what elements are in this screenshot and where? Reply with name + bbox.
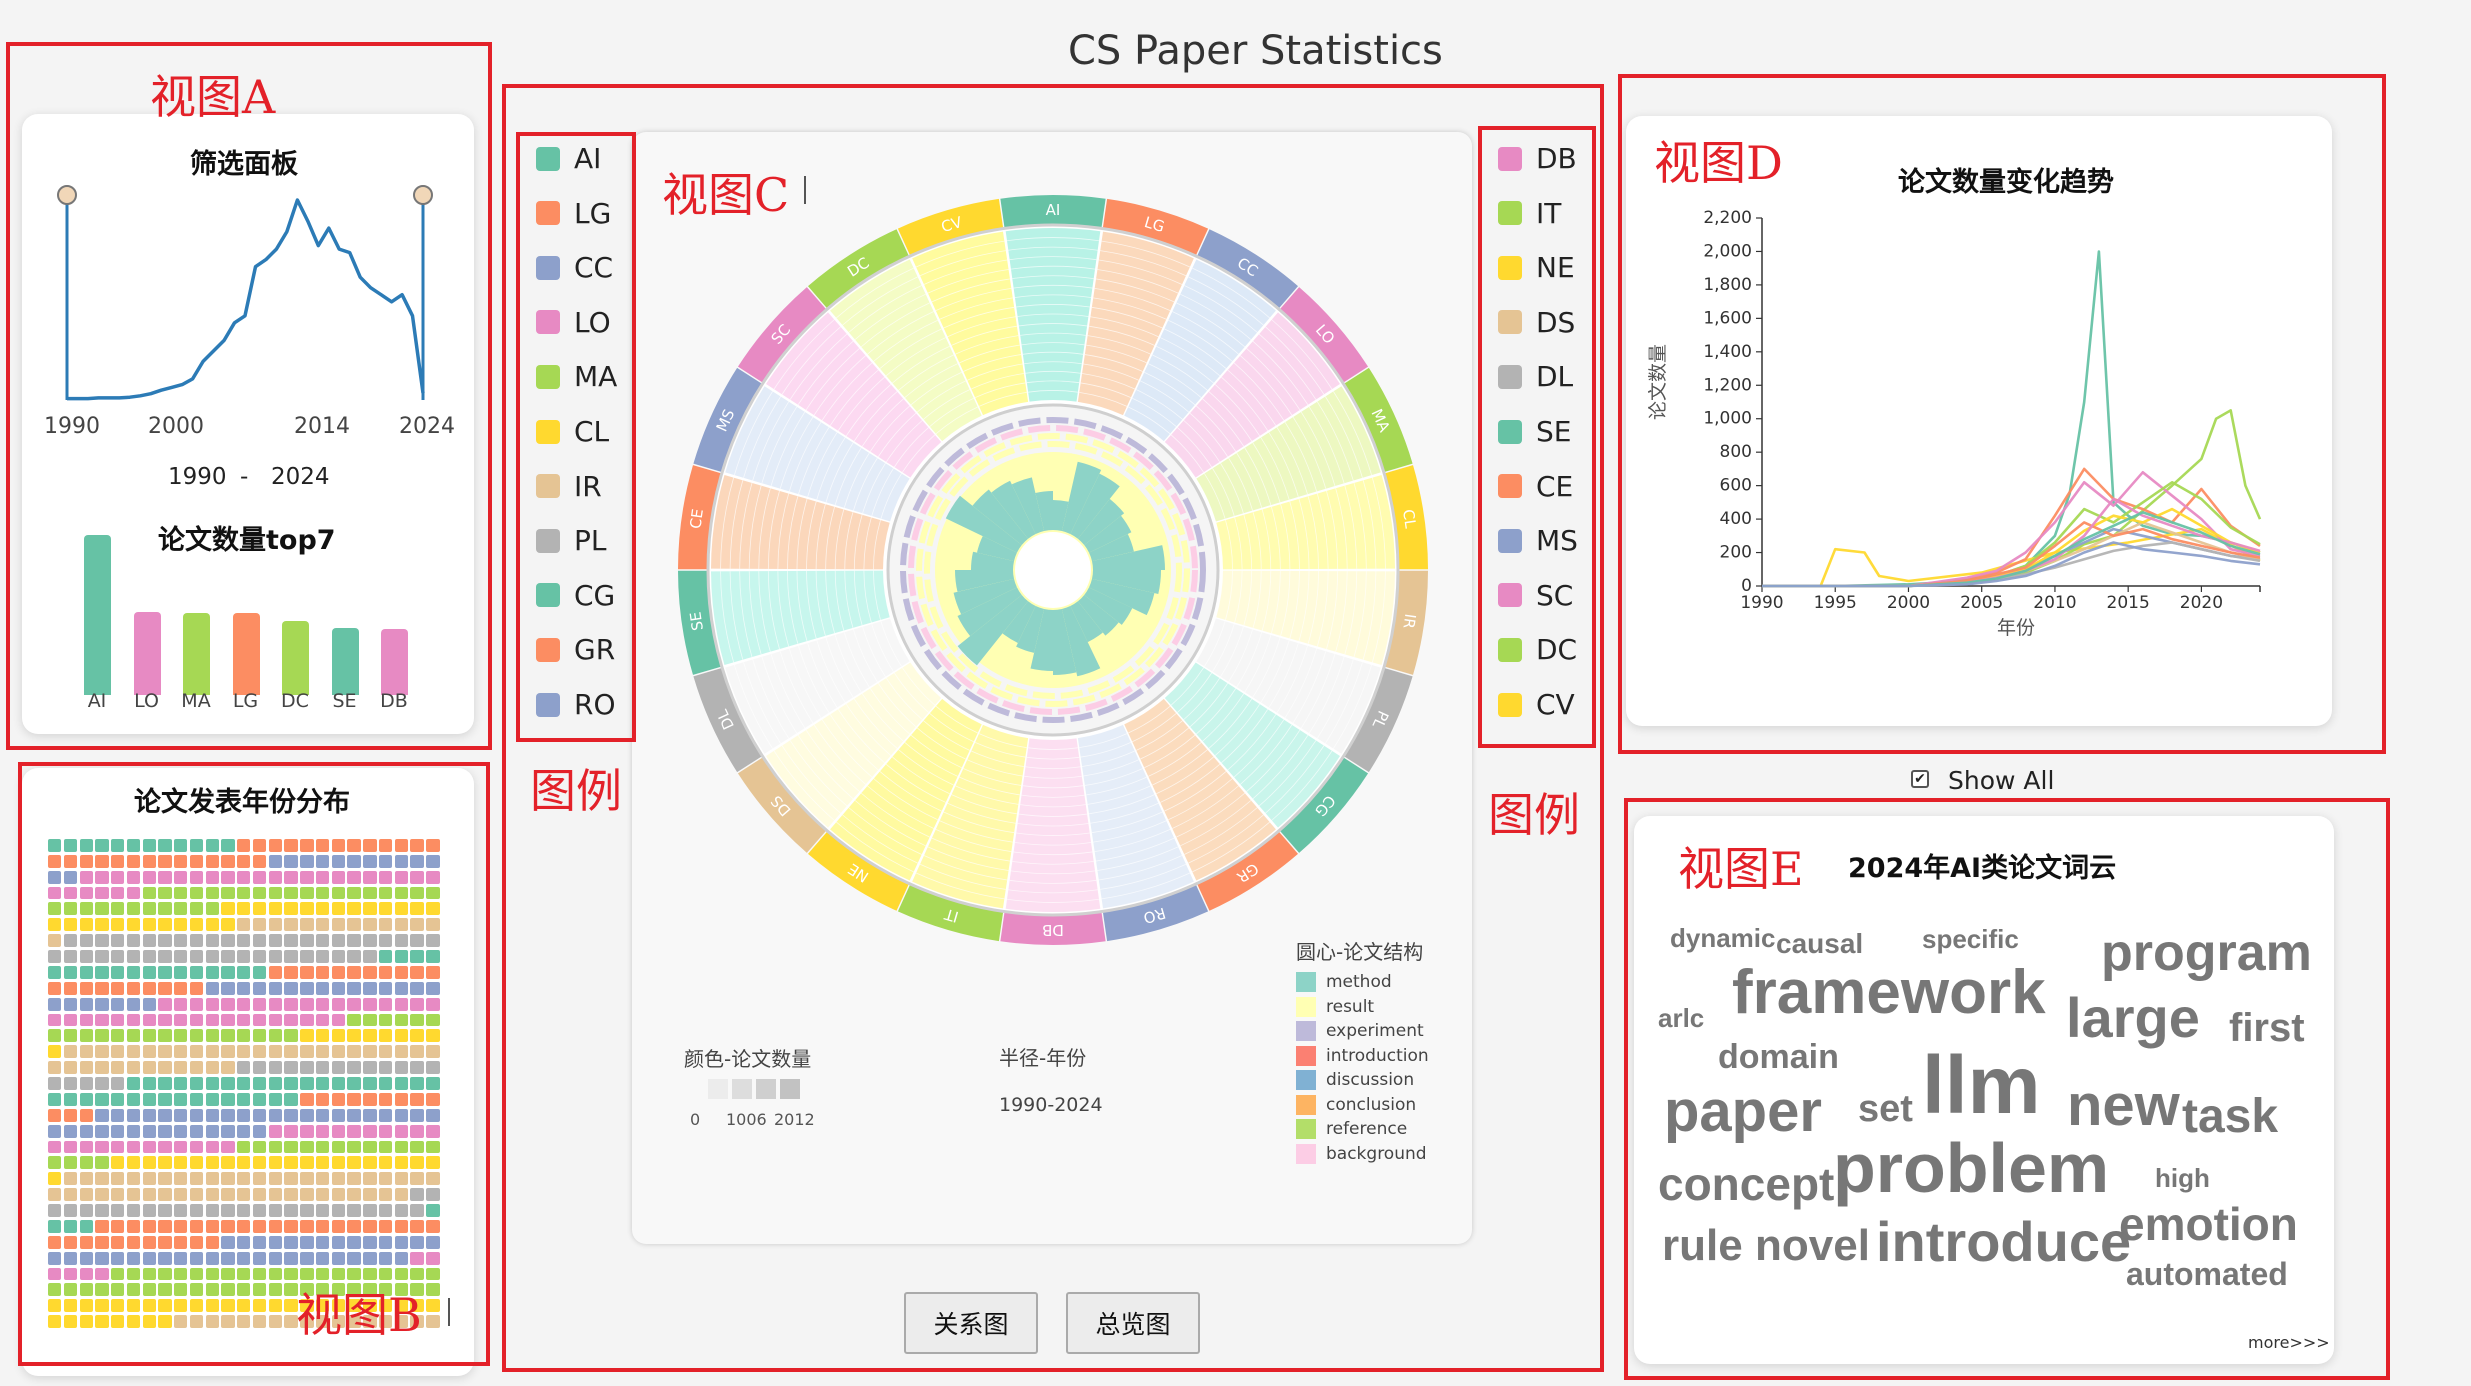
view-b-cursor xyxy=(448,1298,450,1326)
view-c-frame xyxy=(502,84,1604,1372)
view-a-frame xyxy=(6,42,492,750)
show-all-label[interactable]: Show All xyxy=(1948,766,2054,795)
legend-right-label: 图例 xyxy=(1488,788,1580,842)
view-b-label: 视图B xyxy=(296,1288,422,1342)
legend-left-frame xyxy=(516,132,636,742)
view-c-cursor xyxy=(804,176,806,204)
legend-left-label: 图例 xyxy=(530,764,622,818)
show-all-checkbox[interactable]: ✔ xyxy=(1911,770,1929,788)
view-b-frame xyxy=(18,762,490,1366)
page-title: CS Paper Statistics xyxy=(1068,28,1443,74)
view-c-label: 视图C xyxy=(662,168,790,222)
view-d-label: 视图D xyxy=(1654,136,1783,190)
view-e-label: 视图E xyxy=(1678,842,1804,896)
view-a-label: 视图A xyxy=(150,70,276,124)
legend-right-frame xyxy=(1478,126,1596,748)
